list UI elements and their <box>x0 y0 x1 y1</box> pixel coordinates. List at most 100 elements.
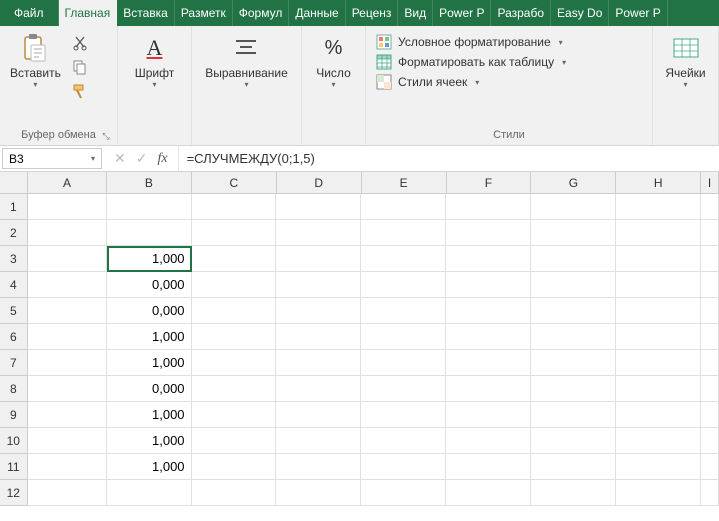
cell[interactable] <box>531 454 616 480</box>
cell[interactable] <box>361 402 446 428</box>
cell[interactable] <box>276 220 361 246</box>
cell[interactable] <box>192 298 277 324</box>
tab-layout[interactable]: Разметк <box>175 0 233 26</box>
cell[interactable]: 1,000 <box>107 454 192 480</box>
cell[interactable] <box>361 428 446 454</box>
cell[interactable] <box>446 272 531 298</box>
cell[interactable] <box>276 376 361 402</box>
cell[interactable] <box>446 402 531 428</box>
cell[interactable] <box>701 480 719 506</box>
cell[interactable] <box>28 402 107 428</box>
cell[interactable] <box>531 324 616 350</box>
cell[interactable] <box>28 350 107 376</box>
cell[interactable] <box>616 402 701 428</box>
conditional-formatting-button[interactable]: Условное форматирование ▾ <box>376 34 566 50</box>
row-header[interactable]: 11 <box>0 454 28 480</box>
cell[interactable]: 1,000 <box>107 402 192 428</box>
column-header[interactable]: D <box>277 172 362 194</box>
cell[interactable] <box>701 402 719 428</box>
cell[interactable] <box>531 402 616 428</box>
column-header[interactable]: C <box>192 172 277 194</box>
cell[interactable]: 1,000 <box>107 350 192 376</box>
cell[interactable] <box>192 376 277 402</box>
tab-formulas[interactable]: Формул <box>233 0 290 26</box>
cell[interactable] <box>701 220 719 246</box>
row-header[interactable]: 3 <box>0 246 28 272</box>
cell[interactable] <box>446 298 531 324</box>
fx-icon[interactable]: fx <box>157 151 167 167</box>
cell[interactable] <box>531 194 616 220</box>
cell[interactable] <box>28 428 107 454</box>
cell[interactable] <box>28 376 107 402</box>
cell[interactable] <box>616 324 701 350</box>
format-painter-button[interactable] <box>71 82 89 100</box>
name-box[interactable]: B3 ▾ <box>2 148 102 169</box>
cell[interactable] <box>28 220 107 246</box>
cell[interactable] <box>361 298 446 324</box>
cell[interactable] <box>701 350 719 376</box>
cell[interactable] <box>28 298 107 324</box>
column-header[interactable]: H <box>616 172 701 194</box>
select-all-corner[interactable] <box>0 172 28 194</box>
formula-bar[interactable]: =СЛУЧМЕЖДУ(0;1,5) <box>179 146 719 171</box>
cell[interactable] <box>28 454 107 480</box>
cell[interactable] <box>192 324 277 350</box>
cell[interactable] <box>701 298 719 324</box>
cell[interactable] <box>361 246 446 272</box>
row-header[interactable]: 12 <box>0 480 28 506</box>
cell[interactable] <box>192 246 277 272</box>
column-header[interactable]: A <box>28 172 107 194</box>
cell[interactable] <box>276 298 361 324</box>
cell[interactable] <box>192 428 277 454</box>
cell[interactable] <box>192 480 277 506</box>
row-header[interactable]: 1 <box>0 194 28 220</box>
cell[interactable] <box>616 376 701 402</box>
cell[interactable] <box>531 428 616 454</box>
cancel-formula-icon[interactable]: ✕ <box>114 150 126 167</box>
tab-insert[interactable]: Вставка <box>117 0 175 26</box>
cell[interactable] <box>701 272 719 298</box>
cell[interactable] <box>361 454 446 480</box>
tab-easydo[interactable]: Easy Do <box>551 0 609 26</box>
paste-button[interactable]: Вставить ▾ <box>4 30 67 91</box>
row-header[interactable]: 5 <box>0 298 28 324</box>
cell[interactable] <box>616 428 701 454</box>
row-header[interactable]: 8 <box>0 376 28 402</box>
number-button[interactable]: % Число ▾ <box>310 30 357 91</box>
cell[interactable] <box>361 350 446 376</box>
cell[interactable] <box>276 402 361 428</box>
row-header[interactable]: 6 <box>0 324 28 350</box>
cell[interactable] <box>446 220 531 246</box>
row-header[interactable]: 10 <box>0 428 28 454</box>
alignment-button[interactable]: Выравнивание ▾ <box>199 30 294 91</box>
cell[interactable] <box>361 480 446 506</box>
cell[interactable]: 0,000 <box>107 298 192 324</box>
cell[interactable] <box>446 480 531 506</box>
cell[interactable] <box>107 194 192 220</box>
cell[interactable] <box>701 454 719 480</box>
format-as-table-button[interactable]: Форматировать как таблицу ▾ <box>376 54 566 70</box>
cell[interactable] <box>28 246 107 272</box>
row-header[interactable]: 2 <box>0 220 28 246</box>
cell-styles-button[interactable]: Стили ячеек ▾ <box>376 74 566 90</box>
cell[interactable] <box>701 246 719 272</box>
column-header[interactable]: I <box>701 172 719 194</box>
row-header[interactable]: 4 <box>0 272 28 298</box>
cell[interactable] <box>446 246 531 272</box>
cell[interactable] <box>531 350 616 376</box>
copy-button[interactable] <box>71 58 89 76</box>
cell[interactable] <box>28 324 107 350</box>
cell[interactable] <box>531 298 616 324</box>
cell[interactable]: 0,000 <box>107 272 192 298</box>
cell[interactable] <box>192 402 277 428</box>
cell[interactable] <box>701 324 719 350</box>
cell[interactable] <box>531 272 616 298</box>
cell[interactable] <box>616 272 701 298</box>
cell[interactable] <box>276 272 361 298</box>
cell[interactable] <box>701 428 719 454</box>
cell[interactable] <box>616 480 701 506</box>
cell[interactable] <box>616 298 701 324</box>
cell[interactable] <box>701 376 719 402</box>
cell[interactable] <box>28 272 107 298</box>
row-header[interactable]: 7 <box>0 350 28 376</box>
